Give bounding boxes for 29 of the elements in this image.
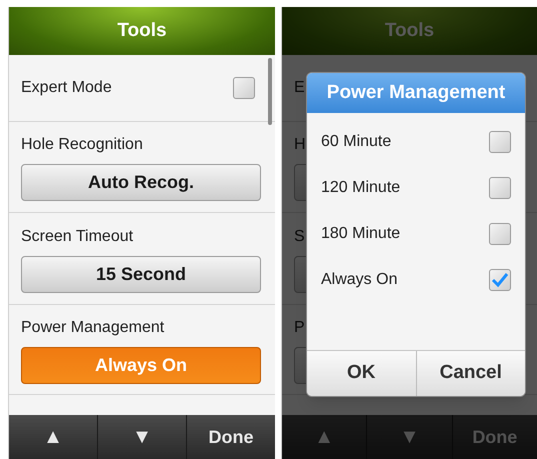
setting-label: Hole Recognition	[21, 135, 143, 155]
setting-label: S	[294, 226, 305, 246]
option-label: 120 Minute	[321, 178, 400, 198]
setting-label: H	[294, 135, 306, 155]
checkbox[interactable]	[489, 269, 511, 291]
setting-button[interactable]: 15 Second	[21, 256, 261, 292]
setting-label: P	[294, 318, 305, 338]
checkbox[interactable]	[489, 131, 511, 153]
option-label: Always On	[321, 270, 398, 290]
dialog-button[interactable]: Cancel	[416, 351, 525, 396]
nav-button[interactable]: Done	[186, 415, 275, 459]
screen-title: Tools	[117, 18, 167, 43]
dialog-button[interactable]: OK	[307, 351, 416, 396]
checkbox[interactable]	[489, 177, 511, 199]
setting-label: Power Management	[21, 318, 164, 338]
checkbox[interactable]	[489, 223, 511, 245]
dialog-title: Power Management	[326, 80, 506, 105]
option-label: 60 Minute	[321, 132, 392, 152]
option-label: 180 Minute	[321, 224, 400, 244]
setting-label: E	[294, 78, 305, 98]
scrollbar	[268, 58, 272, 125]
setting-label: Screen Timeout	[21, 226, 134, 246]
checkmark-icon	[491, 272, 509, 288]
screen-title: Tools	[384, 18, 434, 43]
checkbox[interactable]	[233, 77, 255, 99]
setting-button[interactable]: Auto Recog.	[21, 164, 261, 201]
nav-button[interactable]: ▼	[97, 415, 186, 459]
nav-button[interactable]: ▲	[9, 415, 97, 459]
setting-label: Expert Mode	[21, 78, 112, 98]
